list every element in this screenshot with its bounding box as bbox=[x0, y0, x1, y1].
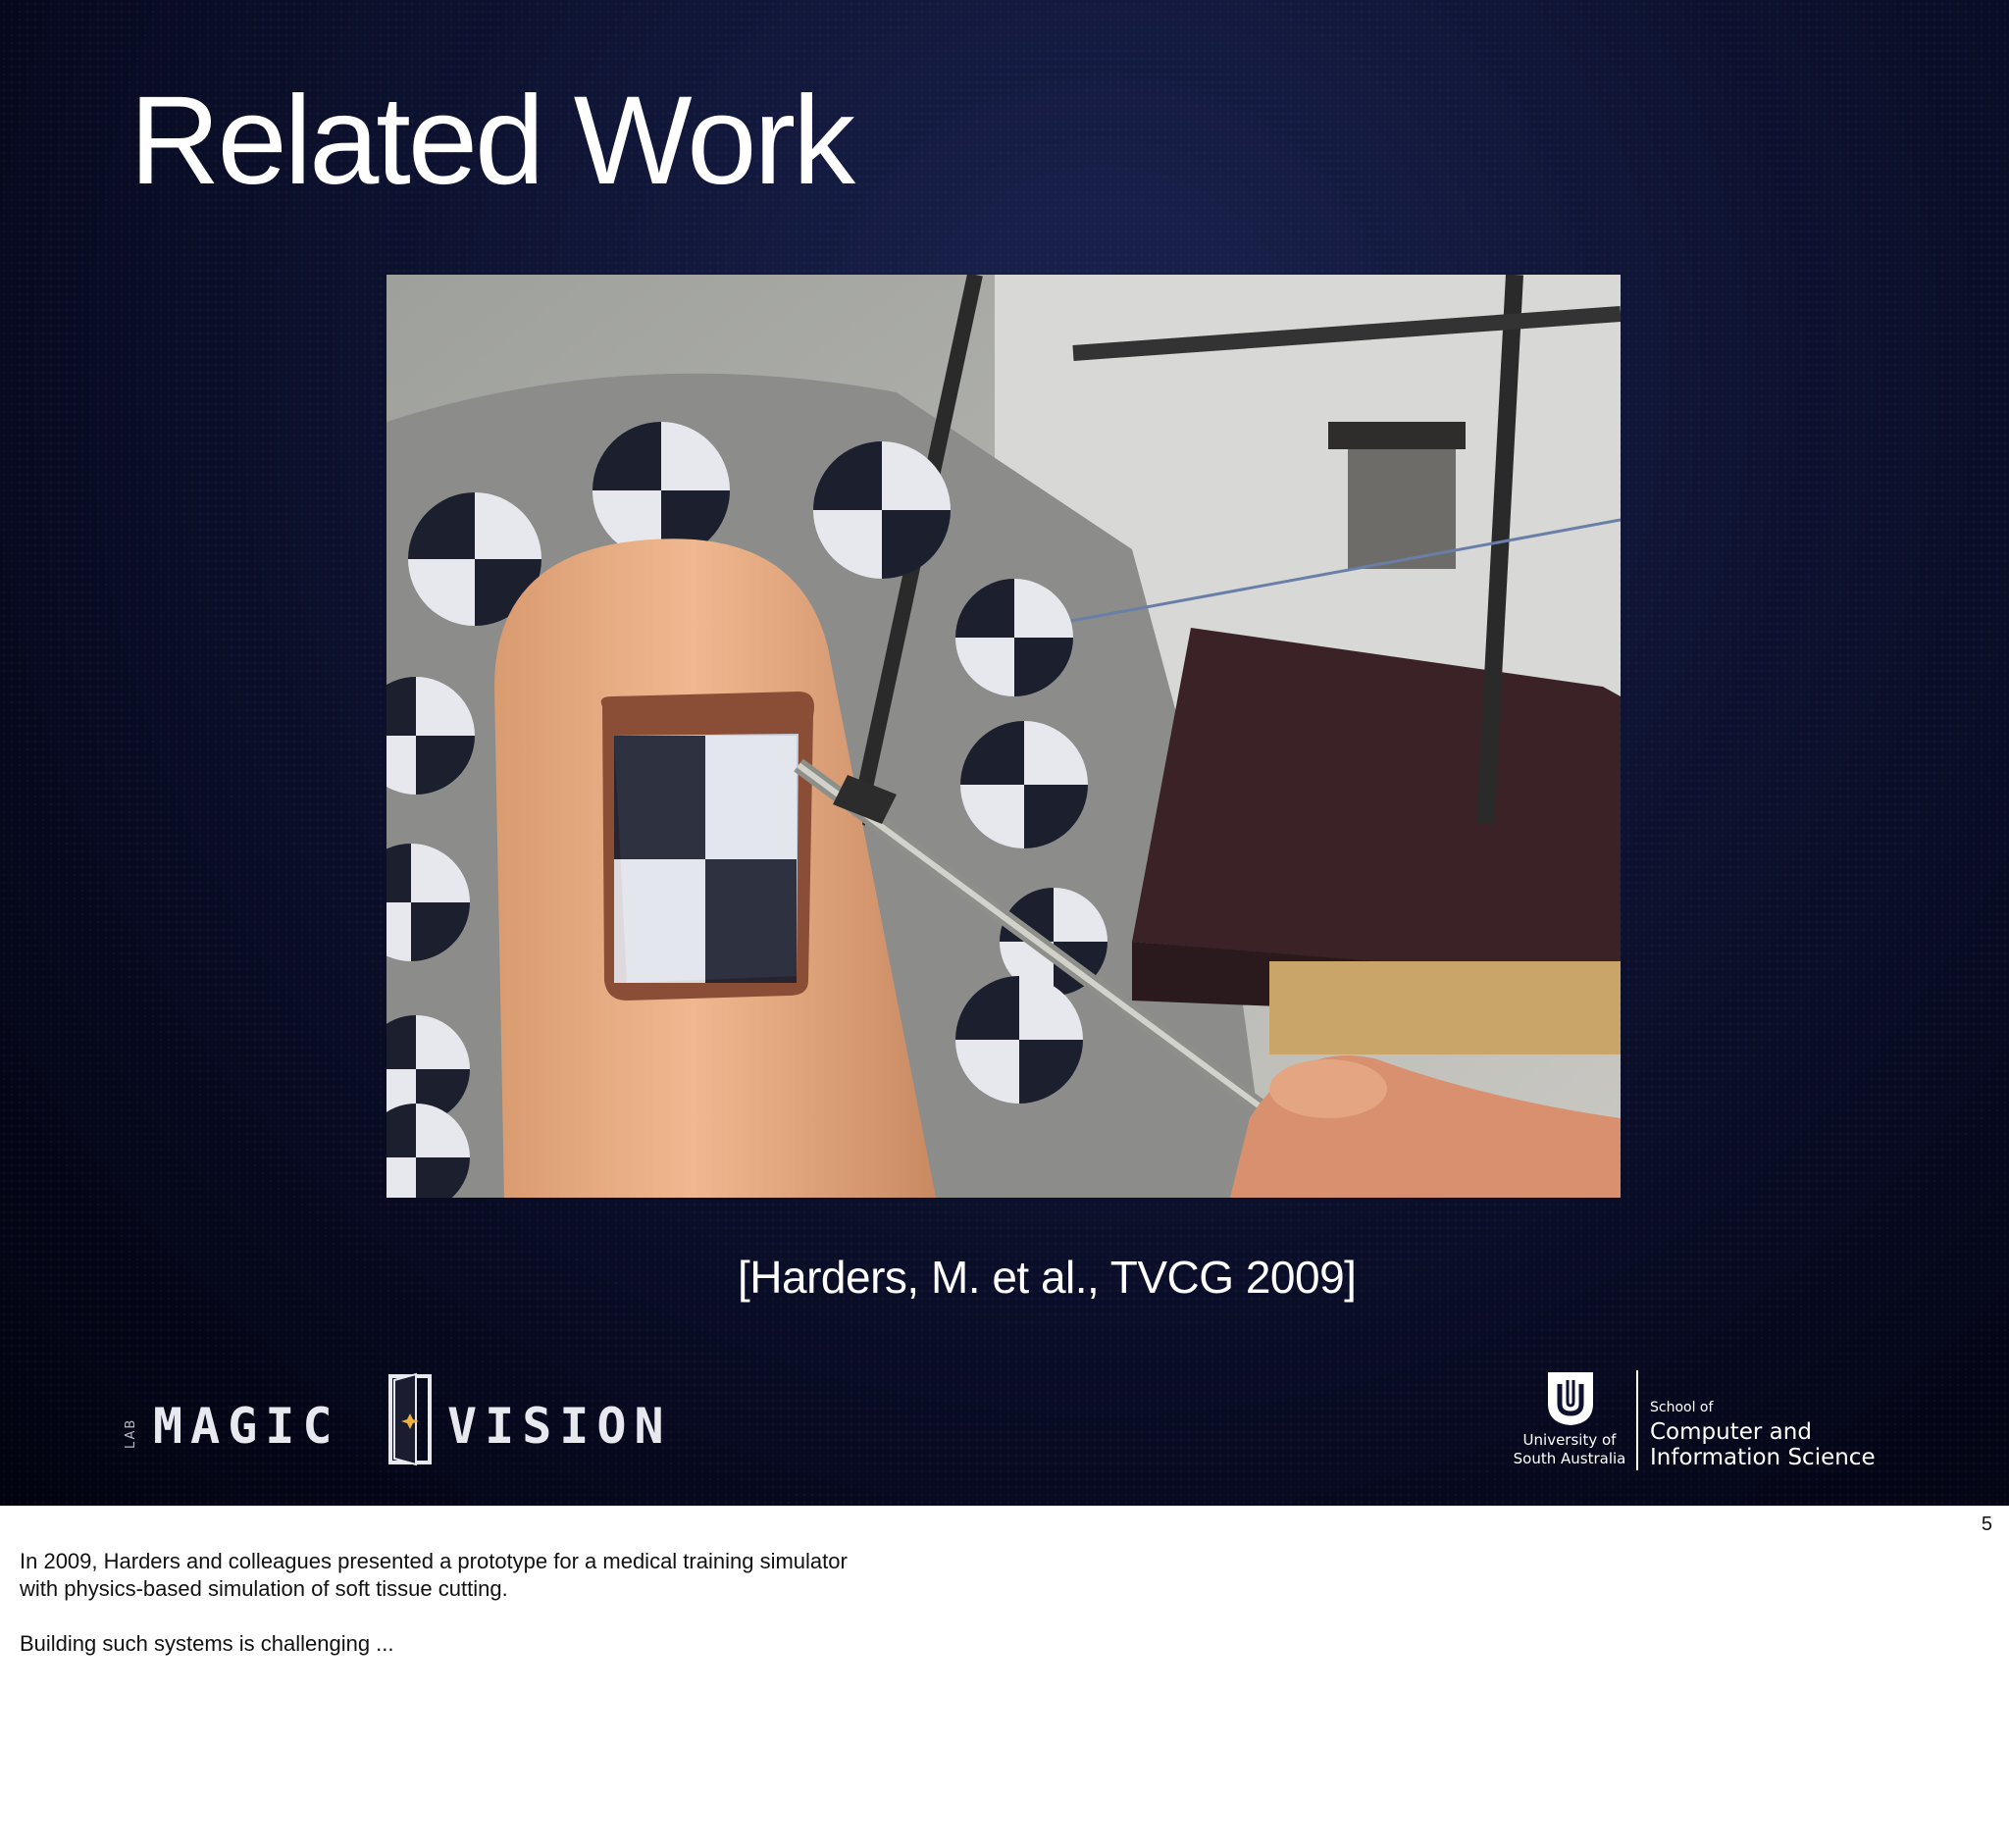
lab-label: LAB bbox=[124, 1417, 138, 1449]
training-simulator-photo bbox=[386, 275, 1621, 1198]
magic-vision-lab-logo: LAB MAGIC VISION bbox=[124, 1370, 722, 1472]
university-name-line2: South Australia bbox=[1513, 1450, 1626, 1467]
notes-line: In 2009, Harders and colleagues presente… bbox=[20, 1549, 848, 1573]
slide: Related Work [Harders, M. et al., TVCG 2… bbox=[0, 0, 2009, 1506]
school-name: Computer and Information Science bbox=[1650, 1419, 1876, 1470]
notes-line: Building such systems is challenging ... bbox=[20, 1631, 394, 1656]
logo-word-magic: MAGIC bbox=[153, 1398, 340, 1455]
slide-title: Related Work bbox=[129, 71, 855, 211]
logo-divider bbox=[1636, 1370, 1638, 1470]
image-citation: [Harders, M. et al., TVCG 2009] bbox=[738, 1252, 1357, 1303]
page-number: 5 bbox=[1981, 1514, 1992, 1535]
school-of-label: School of bbox=[1650, 1400, 1714, 1415]
university-name-line1: University of bbox=[1522, 1431, 1617, 1449]
speaker-notes: In 2009, Harders and colleagues presente… bbox=[20, 1548, 848, 1658]
logo-word-vision: VISION bbox=[447, 1398, 672, 1455]
university-name: University of South Australia bbox=[1507, 1431, 1632, 1468]
door-icon bbox=[388, 1372, 432, 1466]
university-logo: University of South Australia School of … bbox=[1507, 1370, 1876, 1472]
notes-line: with physics-based simulation of soft ti… bbox=[20, 1576, 508, 1601]
school-name-line2: Information Science bbox=[1650, 1445, 1876, 1470]
university-crest-icon bbox=[1548, 1372, 1593, 1425]
school-name-line1: Computer and bbox=[1650, 1419, 1812, 1445]
